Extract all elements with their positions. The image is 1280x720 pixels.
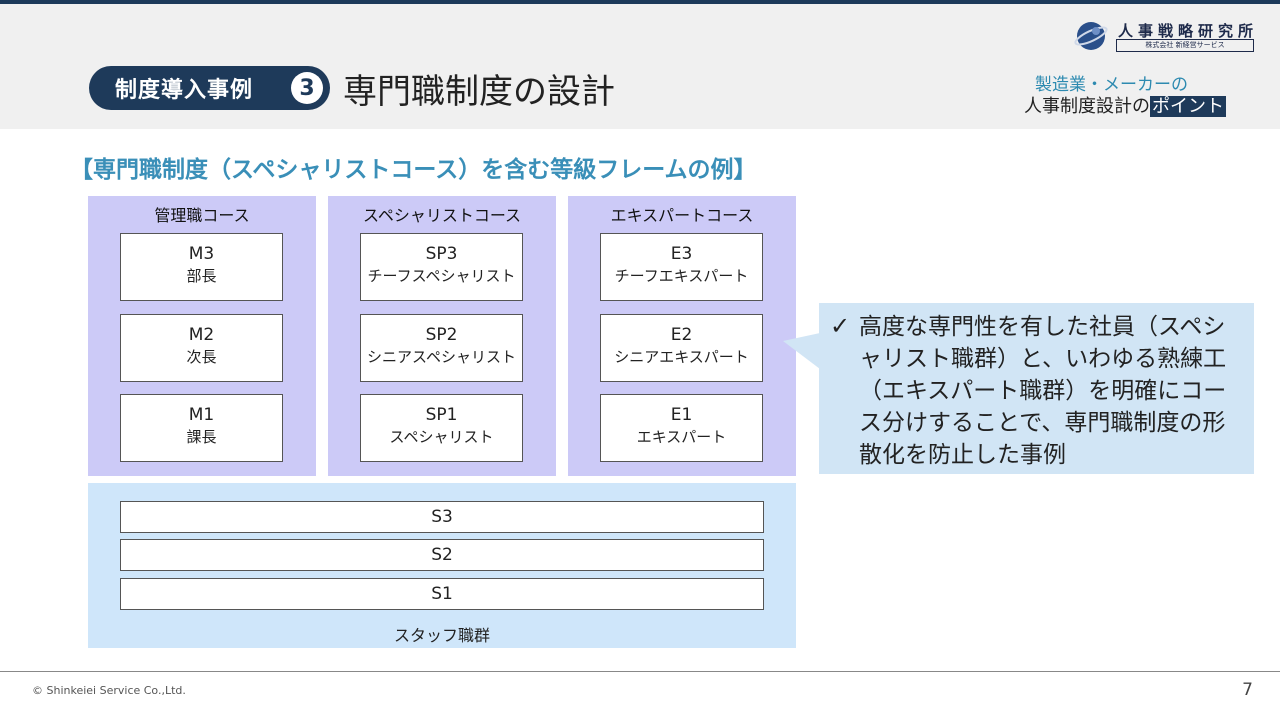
grade-name: 課長 bbox=[186, 428, 217, 446]
case-badge: 制度導入事例 3 bbox=[89, 66, 330, 110]
grade-code: M3 bbox=[188, 244, 215, 264]
grade-box: E3 チーフエキスパート bbox=[600, 233, 763, 301]
grade-name: 部長 bbox=[186, 267, 217, 285]
course-column-management: 管理職コース M3 部長 M2 次長 M1 課長 bbox=[88, 196, 316, 476]
grade-name: チーフエキスパート bbox=[614, 267, 749, 285]
staff-grade-bar: S2 bbox=[120, 539, 764, 571]
grade-code: M1 bbox=[188, 405, 215, 425]
grade-code: SP1 bbox=[425, 405, 458, 425]
grade-box: SP1 スペシャリスト bbox=[360, 394, 523, 462]
grade-box: E2 シニアエキスパート bbox=[600, 314, 763, 382]
footer-divider bbox=[0, 671, 1280, 672]
tagline-line2: 人事制度設計の ポイント bbox=[1024, 92, 1226, 118]
case-badge-label: 制度導入事例 bbox=[115, 78, 254, 103]
staff-grade-bar: S3 bbox=[120, 501, 764, 533]
section-subtitle: 【専門職制度（スペシャリストコース）を含む等級フレームの例】 bbox=[70, 157, 757, 183]
course-title: スペシャリストコース bbox=[362, 206, 522, 225]
grade-name: シニアエキスパート bbox=[614, 348, 749, 366]
copyright: © Shinkeiei Service Co.,Ltd. bbox=[32, 684, 186, 697]
staff-group-label: スタッフ職群 bbox=[393, 626, 490, 645]
globe-logo-icon bbox=[1074, 22, 1108, 50]
staff-grade-bar: S1 bbox=[120, 578, 764, 610]
grade-box: M1 課長 bbox=[120, 394, 283, 462]
company-logo: 人事戦略研究所 株式会社 新経営サービス bbox=[1074, 20, 1254, 52]
page-number: 7 bbox=[1242, 680, 1253, 700]
case-number: 3 bbox=[291, 72, 323, 104]
staff-group: S3 S2 S1 スタッフ職群 bbox=[88, 483, 796, 648]
course-title: エキスパートコース bbox=[610, 206, 754, 225]
grade-name: チーフスペシャリスト bbox=[367, 267, 516, 285]
logo-name: 人事戦略研究所 bbox=[1118, 22, 1259, 40]
course-column-expert: エキスパートコース E3 チーフエキスパート E2 シニアエキスパート E1 エキスパ… bbox=[568, 196, 796, 476]
grade-name: エキスパート bbox=[636, 428, 727, 446]
grade-box: SP2 シニアスペシャリスト bbox=[360, 314, 523, 382]
grade-box: M3 部長 bbox=[120, 233, 283, 301]
grade-code: E2 bbox=[670, 325, 693, 345]
page-title: 専門職制度の設計 bbox=[343, 72, 615, 112]
tagline-prefix: 人事制度設計の bbox=[1024, 96, 1150, 117]
grade-code: SP3 bbox=[425, 244, 458, 264]
grade-box: E1 エキスパート bbox=[600, 394, 763, 462]
grade-code: E3 bbox=[670, 244, 693, 264]
grade-name: 次長 bbox=[186, 348, 217, 366]
grade-code: SP2 bbox=[425, 325, 458, 345]
grade-box: SP3 チーフスペシャリスト bbox=[360, 233, 523, 301]
grade-name: シニアスペシャリスト bbox=[367, 348, 516, 366]
course-title: 管理職コース bbox=[154, 206, 250, 225]
logo-subname: 株式会社 新経営サービス bbox=[1116, 39, 1254, 52]
tagline-highlight: ポイント bbox=[1150, 96, 1226, 117]
check-icon: ✓ bbox=[830, 312, 851, 340]
course-column-specialist: スペシャリストコース SP3 チーフスペシャリスト SP2 シニアスペシャリスト S… bbox=[328, 196, 556, 476]
grade-code: M2 bbox=[188, 325, 215, 345]
callout-pointer bbox=[783, 333, 820, 369]
callout-text: 高度な専門性を有した社員（スペシャリスト職群）と、いわゆる熟練工（エキスパート職… bbox=[859, 314, 1227, 468]
grade-name: スペシャリスト bbox=[389, 428, 494, 446]
grade-code: E1 bbox=[670, 405, 693, 425]
grade-box: M2 次長 bbox=[120, 314, 283, 382]
